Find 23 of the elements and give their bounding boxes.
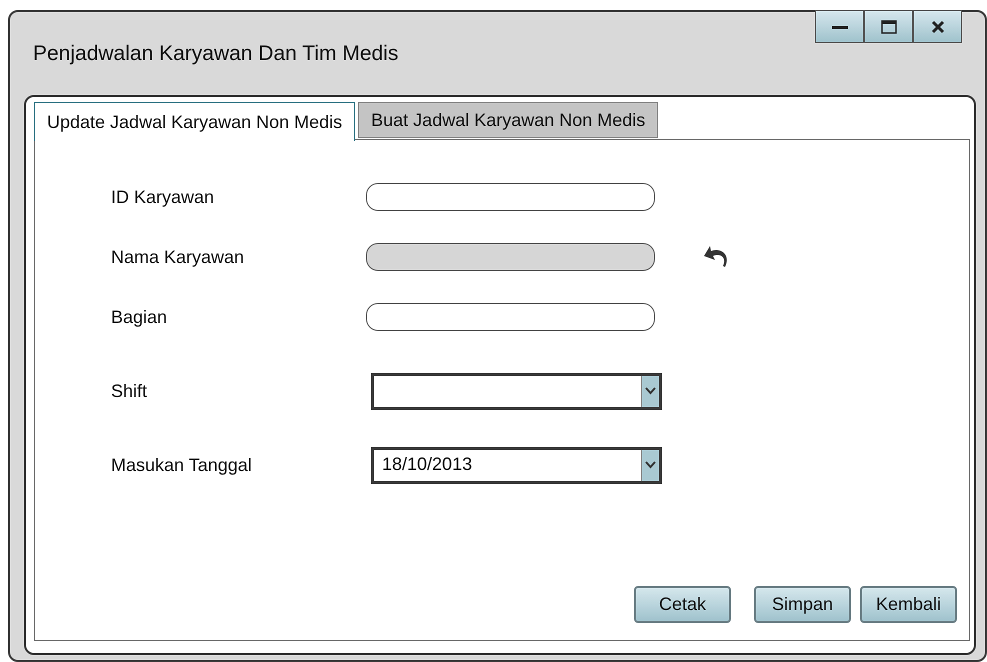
action-button[interactable]: Simpan [754, 586, 851, 623]
dropdown-field[interactable]: 18/10/2013 [371, 446, 662, 484]
tab[interactable]: Update Jadwal Karyawan Non Medis [34, 102, 356, 141]
action-button[interactable]: Kembali [860, 586, 957, 623]
chevron-down-icon [645, 461, 656, 469]
window-title: Penjadwalan Karyawan Dan Tim Medis [33, 42, 400, 66]
input-field[interactable] [366, 183, 655, 211]
minimize-button[interactable] [815, 10, 864, 43]
maximize-icon [880, 20, 896, 34]
field-label: Nama Karyawan [110, 246, 246, 268]
close-icon [930, 20, 944, 34]
dropdown-field[interactable] [371, 372, 662, 410]
chevron-down-icon [645, 387, 656, 395]
field-label: Shift [110, 380, 148, 402]
close-button[interactable] [913, 10, 962, 43]
maximize-button[interactable] [864, 10, 913, 43]
field-label: Masukan Tanggal [110, 454, 253, 476]
minimize-icon [832, 24, 848, 28]
field-label: Bagian [110, 306, 168, 328]
input-field[interactable] [366, 303, 655, 331]
field-label: ID Karyawan [110, 186, 216, 208]
action-button[interactable]: Cetak [634, 586, 731, 623]
tab[interactable]: Buat Jadwal Karyawan Non Medis [358, 102, 658, 138]
